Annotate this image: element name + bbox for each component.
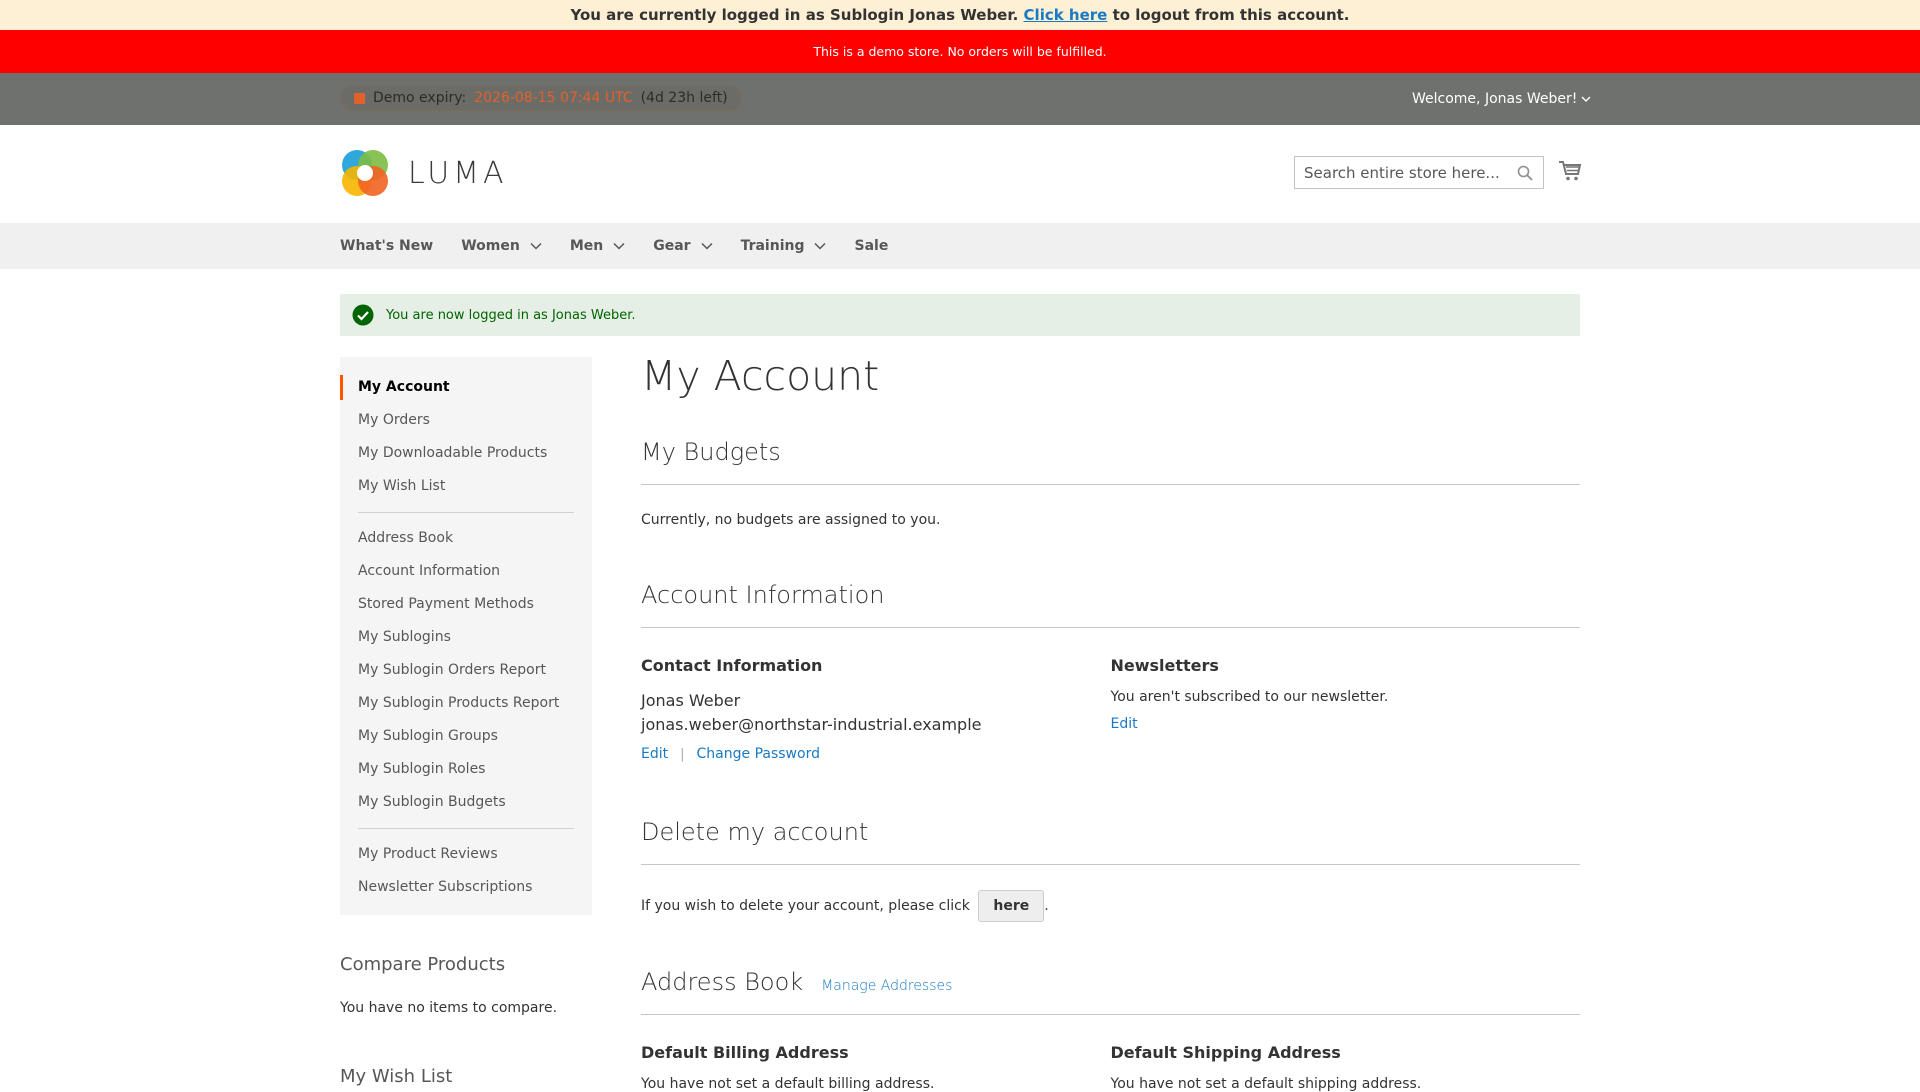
sidebar-item-sublogin-orders-report[interactable]: My Sublogin Orders Report: [340, 654, 592, 687]
wishlist-title: My Wish List: [340, 1066, 453, 1087]
welcome-menu[interactable]: Welcome, Jonas Weber!: [1412, 73, 1591, 125]
page-title: My Account: [641, 352, 880, 400]
panel-header: Demo expiry: 2026-08-15 07:44 UTC (4d 23…: [0, 73, 1920, 125]
expiry-label: Demo expiry:: [373, 90, 467, 106]
nav-label: Gear: [653, 238, 691, 254]
sublogin-suffix: to logout from this account.: [1112, 6, 1350, 24]
nav-label: What's New: [340, 238, 434, 254]
nav-label: Women: [461, 238, 520, 254]
address-boxes: Default Billing Address You have not set…: [641, 1043, 1580, 1092]
delete-here-button[interactable]: here: [978, 890, 1045, 922]
compare-products-text: You have no items to compare.: [340, 1000, 558, 1016]
address-book-title: Address Book Manage Addresses: [641, 968, 1580, 1015]
chevron-down-icon: [530, 242, 542, 250]
sublogin-bar: You are currently logged in as Sublogin …: [0, 0, 1920, 30]
shipping-text: You have not set a default shipping addr…: [1110, 1076, 1422, 1092]
nav-women[interactable]: Women: [461, 238, 542, 254]
main-nav: What's New Women Men Gear Training Sale: [0, 223, 1920, 269]
sidebar-item-sublogin-products-report[interactable]: My Sublogin Products Report: [340, 687, 592, 720]
chevron-down-icon: [613, 242, 625, 250]
sidebar-item-wish-list[interactable]: My Wish List: [340, 470, 592, 503]
sidebar-item-newsletter-subscriptions[interactable]: Newsletter Subscriptions: [340, 871, 592, 904]
manage-addresses-link[interactable]: Manage Addresses: [821, 978, 952, 994]
newsletters-text: You aren't subscribed to our newsletter.: [1110, 689, 1389, 705]
contact-title: Contact Information: [641, 656, 823, 675]
delete-text: If you wish to delete your account, plea…: [641, 898, 970, 914]
main-content: My Account My Budgets Currently, no budg…: [641, 352, 1580, 1092]
account-info-boxes: Contact Information Jonas Weber jonas.we…: [641, 656, 1580, 762]
compare-products-title: Compare Products: [340, 954, 506, 975]
sidebar-item-sublogin-groups[interactable]: My Sublogin Groups: [340, 720, 592, 753]
budgets-title-text: My Budgets: [641, 438, 781, 466]
nav-label: Training: [740, 238, 805, 254]
logo-text: LUMA: [408, 155, 508, 191]
delete-account-title: Delete my account: [641, 818, 1580, 865]
search-input[interactable]: [1295, 157, 1505, 188]
change-password-link[interactable]: Change Password: [697, 746, 820, 762]
delete-title-text: Delete my account: [641, 818, 869, 846]
expiry-left: (4d 23h left): [640, 90, 728, 106]
nav-sale[interactable]: Sale: [854, 238, 888, 254]
edit-newsletter-link[interactable]: Edit: [1111, 716, 1138, 732]
chevron-down-icon: [814, 242, 827, 250]
newsletters-box: Newsletters You aren't subscribed to our…: [1111, 656, 1581, 762]
nav-training[interactable]: Training: [741, 238, 827, 254]
sidebar-item-downloadable-products[interactable]: My Downloadable Products: [340, 437, 592, 470]
site-header: LUMA: [0, 125, 1920, 223]
sidebar-item-sublogin-budgets[interactable]: My Sublogin Budgets: [340, 786, 592, 819]
sidebar-item-my-account[interactable]: My Account: [340, 371, 592, 404]
demo-expiry-badge: Demo expiry: 2026-08-15 07:44 UTC (4d 23…: [340, 85, 742, 111]
logo[interactable]: LUMA: [340, 148, 508, 198]
message-text: You are now logged in as Jonas Weber.: [386, 307, 636, 323]
account-info-title-text: Account Information: [641, 581, 885, 609]
success-message: You are now logged in as Jonas Weber.: [340, 294, 1580, 336]
account-info-title: Account Information: [641, 581, 1580, 628]
contact-name: Jonas Weber: [641, 691, 741, 710]
newsletters-title: Newsletters: [1110, 656, 1219, 675]
chevron-down-icon: [1581, 96, 1591, 102]
welcome-text: Welcome, Jonas Weber!: [1412, 91, 1578, 107]
contact-box: Contact Information Jonas Weber jonas.we…: [641, 656, 1111, 762]
address-title-text: Address Book: [641, 968, 804, 996]
shipping-title: Default Shipping Address: [1110, 1043, 1341, 1062]
search-box: [1294, 156, 1544, 189]
expiry-icon: [354, 92, 365, 104]
budgets-title: My Budgets: [641, 438, 1580, 485]
billing-title: Default Billing Address: [641, 1043, 849, 1062]
expiry-date: 2026-08-15 07:44 UTC: [474, 90, 633, 106]
nav-label: Men: [569, 238, 604, 254]
shipping-box: Default Shipping Address You have not se…: [1111, 1043, 1581, 1092]
delete-account-row: If you wish to delete your account, plea…: [641, 890, 1580, 922]
demo-notice: This is a demo store. No orders will be …: [0, 30, 1920, 73]
contact-email: jonas.weber@northstar-industrial.example: [641, 715, 982, 734]
logout-link[interactable]: Click here: [1024, 6, 1108, 24]
sidebar-divider: [358, 512, 574, 513]
sidebar-item-address-book[interactable]: Address Book: [340, 522, 592, 555]
sidebar-item-sublogins[interactable]: My Sublogins: [340, 621, 592, 654]
nav-label: Sale: [854, 238, 889, 254]
luma-logo-icon: [342, 150, 388, 196]
chevron-down-icon: [701, 242, 713, 250]
separator: |: [680, 747, 685, 762]
nav-whats-new[interactable]: What's New: [340, 238, 433, 254]
budgets-text: Currently, no budgets are assigned to yo…: [641, 512, 941, 528]
sidebar-divider: [358, 828, 574, 829]
sublogin-text: You are currently logged in as Sublogin …: [570, 6, 1019, 24]
cart-icon[interactable]: [1558, 160, 1582, 182]
period: .: [1044, 898, 1049, 914]
account-sidebar: My Account My Orders My Downloadable Pro…: [340, 357, 592, 915]
billing-box: Default Billing Address You have not set…: [641, 1043, 1111, 1092]
sidebar-item-account-information[interactable]: Account Information: [340, 555, 592, 588]
edit-contact-link[interactable]: Edit: [641, 746, 668, 762]
sidebar-item-product-reviews[interactable]: My Product Reviews: [340, 838, 592, 871]
check-circle-icon: [352, 304, 374, 326]
search-icon[interactable]: [1517, 165, 1533, 181]
sidebar-item-sublogin-roles[interactable]: My Sublogin Roles: [340, 753, 592, 786]
nav-men[interactable]: Men: [570, 238, 625, 254]
billing-text: You have not set a default billing addre…: [641, 1076, 935, 1092]
sidebar-item-stored-payment-methods[interactable]: Stored Payment Methods: [340, 588, 592, 621]
sidebar-item-my-orders[interactable]: My Orders: [340, 404, 592, 437]
nav-gear[interactable]: Gear: [653, 238, 713, 254]
